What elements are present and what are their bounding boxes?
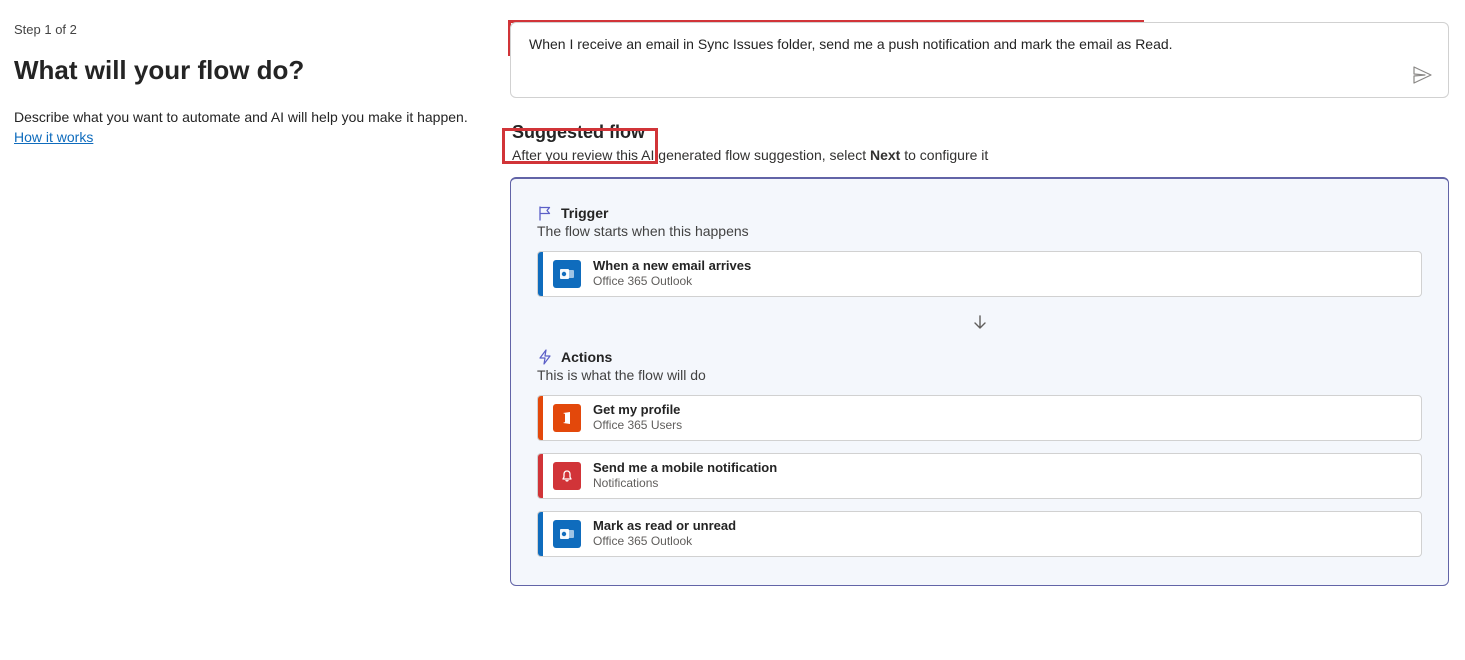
action-step[interactable]: Send me a mobile notification Notificati… — [537, 453, 1422, 499]
action-step[interactable]: Get my profile Office 365 Users — [537, 395, 1422, 441]
send-icon — [1412, 65, 1432, 85]
step-connector: Notifications — [593, 476, 777, 491]
arrow-down-icon — [537, 313, 1422, 331]
bell-icon — [553, 462, 581, 490]
description-text: Describe what you want to automate and A… — [14, 109, 468, 125]
step-accent-bar — [538, 252, 543, 296]
suggested-flow-card: Trigger The flow starts when this happen… — [510, 177, 1449, 586]
step-name: Mark as read or unread — [593, 518, 736, 534]
actions-header-label: Actions — [561, 349, 612, 365]
step-indicator: Step 1 of 2 — [14, 22, 490, 37]
step-name: Get my profile — [593, 402, 682, 418]
step-connector: Office 365 Users — [593, 418, 682, 433]
action-step[interactable]: Mark as read or unread Office 365 Outloo… — [537, 511, 1422, 557]
suggested-flow-subtitle: After you review this AI generated flow … — [512, 147, 1449, 163]
step-name: When a new email arrives — [593, 258, 751, 274]
prompt-input-box[interactable]: When I receive an email in Sync Issues f… — [510, 22, 1449, 98]
trigger-header: Trigger — [537, 205, 1422, 221]
prompt-text: When I receive an email in Sync Issues f… — [529, 35, 1400, 55]
lightning-icon — [537, 349, 553, 365]
flag-icon — [537, 205, 553, 221]
step-accent-bar — [538, 396, 543, 440]
how-it-works-link[interactable]: How it works — [14, 129, 93, 145]
suggested-flow-title: Suggested flow — [512, 122, 1449, 143]
actions-subtext: This is what the flow will do — [537, 367, 1422, 383]
outlook-icon — [553, 260, 581, 288]
trigger-step[interactable]: When a new email arrives Office 365 Outl… — [537, 251, 1422, 297]
actions-header: Actions — [537, 349, 1422, 365]
trigger-subtext: The flow starts when this happens — [537, 223, 1422, 239]
outlook-icon — [553, 520, 581, 548]
step-accent-bar — [538, 512, 543, 556]
step-connector: Office 365 Outlook — [593, 534, 736, 549]
page-title: What will your flow do? — [14, 55, 490, 86]
step-name: Send me a mobile notification — [593, 460, 777, 476]
page-description: Describe what you want to automate and A… — [14, 108, 490, 147]
trigger-header-label: Trigger — [561, 205, 608, 221]
office-icon — [553, 404, 581, 432]
step-accent-bar — [538, 454, 543, 498]
step-connector: Office 365 Outlook — [593, 274, 751, 289]
send-button[interactable] — [1410, 63, 1434, 87]
